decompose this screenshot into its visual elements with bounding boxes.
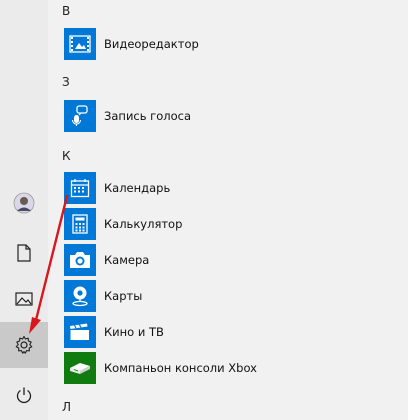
movies-tv-icon [70, 323, 89, 340]
video-editor-icon [69, 35, 91, 53]
power-button[interactable] [0, 372, 48, 418]
group-header-v[interactable]: В [62, 4, 70, 18]
start-menu-rail [0, 0, 48, 420]
calculator-icon [72, 214, 88, 234]
microphone-icon [71, 105, 88, 126]
calendar-icon [70, 179, 90, 198]
group-header-z[interactable]: З [62, 75, 70, 89]
power-icon [16, 387, 32, 404]
pictures-icon [15, 292, 33, 306]
app-maps[interactable]: Карты [64, 280, 404, 312]
app-calendar[interactable]: Календарь [64, 172, 404, 204]
xbox-console-icon [70, 363, 90, 374]
user-account-button[interactable] [0, 180, 48, 226]
app-label: Кино и ТВ [104, 325, 164, 339]
app-video-editor[interactable]: Видеоредактор [64, 28, 404, 60]
pictures-button[interactable] [0, 276, 48, 322]
app-label: Запись голоса [104, 109, 192, 123]
app-camera[interactable]: Камера [64, 244, 404, 276]
group-header-l[interactable]: Л [62, 400, 71, 414]
maps-icon [72, 286, 88, 307]
app-xbox-console-companion[interactable]: Компаньон консоли Xbox [64, 352, 404, 384]
app-label: Калькулятор [104, 217, 183, 231]
app-label: Компаньон консоли Xbox [104, 361, 257, 375]
camera-icon [70, 252, 90, 268]
app-movies-tv[interactable]: Кино и ТВ [64, 316, 404, 348]
app-label: Карты [104, 289, 143, 303]
settings-gear-icon [15, 335, 33, 354]
user-avatar-icon [13, 192, 35, 214]
app-label: Камера [104, 253, 150, 267]
group-header-k[interactable]: К [62, 149, 71, 163]
settings-button[interactable] [0, 322, 48, 368]
app-label: Видеоредактор [104, 37, 199, 51]
documents-button[interactable] [0, 230, 48, 276]
app-voice-recorder[interactable]: Запись голоса [64, 100, 404, 132]
app-label: Календарь [104, 181, 171, 195]
documents-icon [17, 244, 31, 262]
app-calculator[interactable]: Калькулятор [64, 208, 404, 240]
